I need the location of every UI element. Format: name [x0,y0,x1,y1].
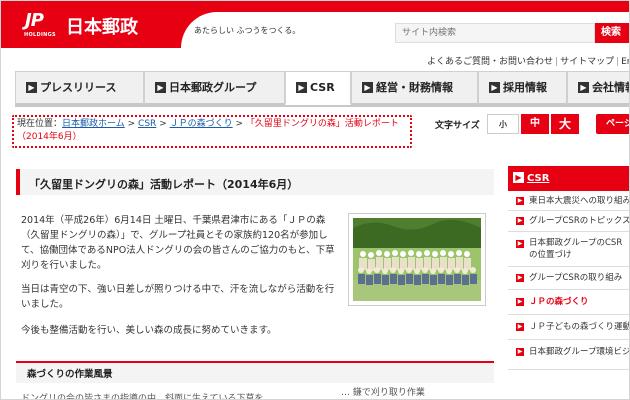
nav-tab-recruit[interactable]: ▶ 採用情報 [478,71,567,105]
breadcrumb-link-csr[interactable]: CSR [138,119,156,129]
separator: | [616,57,620,67]
nav-tab-press-release[interactable]: ▶ プレスリリース [15,71,144,105]
breadcrumb-separator: > [159,119,167,129]
sidebar-item-label: の位置づけ [529,250,572,260]
breadcrumb-separator: > [127,119,136,129]
tagline: あたらしい ふつうをつくる。 [194,26,301,35]
sidebar-item-label: ＪＰの森づくり [529,297,589,307]
nav-tab-label: プレスリリース [40,81,117,94]
english-link[interactable]: English [621,57,629,67]
breadcrumb-link-home[interactable]: 日本郵政ホーム [62,119,125,129]
search-button[interactable]: 検索 [595,23,629,43]
arrow-right-icon: ▶ [516,197,524,205]
page-tools-button[interactable]: ページ [596,114,629,134]
sidebar-item-label: 日本郵政グループのCSR [529,238,623,248]
global-nav: ▶ プレスリリース ▶ 日本郵政グループ ▶ CSR ▶ 経営・財務情報 ▶ 採用情報 ▶… [15,71,629,105]
nav-tab-label: 会社情報 [592,81,629,94]
arrow-right-icon: ▶ [513,171,524,183]
nav-tab-label: 日本郵政グループ [169,81,257,94]
group-photo [348,213,486,306]
arrow-right-icon: ▶ [296,81,307,93]
arrow-right-icon: ▶ [516,298,524,306]
font-size-small-button[interactable]: 小 [487,114,519,134]
nav-tab-group[interactable]: ▶ 日本郵政グループ [144,71,285,105]
utility-links: よくあるご質問・お問い合わせ|サイトマップ|English [427,54,629,67]
arrow-right-icon: ▶ [362,81,373,93]
section-heading: 森づくりの作業風景 [27,369,113,380]
arrow-right-icon: ▶ [578,81,589,93]
article-paragraph: 当日は青空の下、強い日差しが照りつける中で、汗を流しながら活動を行いました。 [21,284,335,310]
sidebar-item-label: ＪＰ子どもの森づくり運動 [529,322,630,332]
sidebar-item-kids-forest[interactable]: ▶ ＪＰ子どもの森づくり運動 [508,315,630,340]
group-photo-image [353,218,481,301]
article-title: 「久留里ドングリの森」活動レポート（2014年6月） [29,178,299,191]
sidebar-heading[interactable]: ▶ CSR [508,166,629,191]
sidebar-item-label: グループCSRのトピックス [529,216,630,226]
arrow-right-icon: ▶ [489,81,500,93]
nav-tab-label: CSR [310,81,335,94]
nav-tab-label: 採用情報 [503,81,547,94]
faq-contact-link[interactable]: よくあるご質問・お問い合わせ [427,57,553,67]
sidebar-item-label: 東日本大震災への取り組み [529,196,630,206]
nav-tab-csr[interactable]: ▶ CSR [285,71,351,105]
arrow-right-icon: ▶ [516,217,524,225]
article-paragraph: 今後も整備活動を行い、美しい森の成長に努めていきます。 [21,325,277,336]
sidebar-item-csr-position[interactable]: ▶ 日本郵政グループのCSR の位置づけ [508,232,629,267]
arrow-right-icon: ▶ [516,240,524,248]
arrow-right-icon: ▶ [155,81,166,93]
breadcrumb-separator: > [235,119,244,129]
font-size-medium-button[interactable]: 中 [521,114,549,134]
jp-logo-mark[interactable]: JP [25,10,44,31]
brand-name[interactable]: 日本郵政 [66,13,138,39]
font-size-large-button[interactable]: 大 [551,114,579,134]
arrow-right-icon: ▶ [26,81,37,93]
nav-divider [15,105,629,107]
article-paragraph: 2014年（平成26年）6月14日 土曜日、千葉県君津市にある「ＪＰの森（久留里… [21,215,335,271]
sidebar-item-jp-forest[interactable]: ▶ ＪＰの森づくり [508,290,629,315]
site-header: JP HOLDINGS 日本郵政 あたらしい ふつうをつくる。 検索 [1,1,629,48]
sidebar-item-earthquake[interactable]: ▶ 東日本大震災への取り組み [508,191,630,211]
arrow-right-icon: ▶ [516,274,524,282]
font-size-label: 文字サイズ [435,121,480,131]
page-frame: JP HOLDINGS 日本郵政 あたらしい ふつうをつくる。 検索 よくあるご… [0,0,630,400]
photo-caption: … 鎌で刈り取り作業 [341,388,425,398]
sidebar-item-environment[interactable]: ▶ 日本郵政グループ環境ビジョン [508,340,630,370]
search-input[interactable] [395,23,595,43]
breadcrumb-link-forest[interactable]: ＪＰの森づくり [170,119,233,129]
breadcrumb: 現在位置：日本郵政ホーム > CSR > ＪＰの森づくり > 「久留里ドングリの… [17,118,412,144]
sidebar-heading-label: CSR [527,173,550,184]
jp-logo-subtext: HOLDINGS [24,32,56,38]
sitemap-link[interactable]: サイトマップ [560,57,614,67]
separator: | [555,57,559,67]
sidebar-item-label: グループCSRの取り組み [529,273,623,283]
arrow-right-icon: ▶ [516,323,524,331]
arrow-right-icon: ▶ [516,348,524,356]
nav-tab-label: 経営・財務情報 [376,81,453,94]
sidebar-item-topics[interactable]: ▶ グループCSRのトピックス [508,211,630,232]
nav-tab-company[interactable]: ▶会社情報 [567,71,629,105]
article-paragraph: ドングリの会の皆さまの指導の中、斜面に生えている下草を [21,394,264,400]
sidebar-item-initiatives[interactable]: ▶ グループCSRの取り組み [508,267,629,290]
sidebar-item-label: 日本郵政グループ環境ビジョン [529,347,630,357]
nav-tab-ir[interactable]: ▶ 経営・財務情報 [351,71,478,105]
breadcrumb-prefix: 現在位置： [17,119,63,129]
